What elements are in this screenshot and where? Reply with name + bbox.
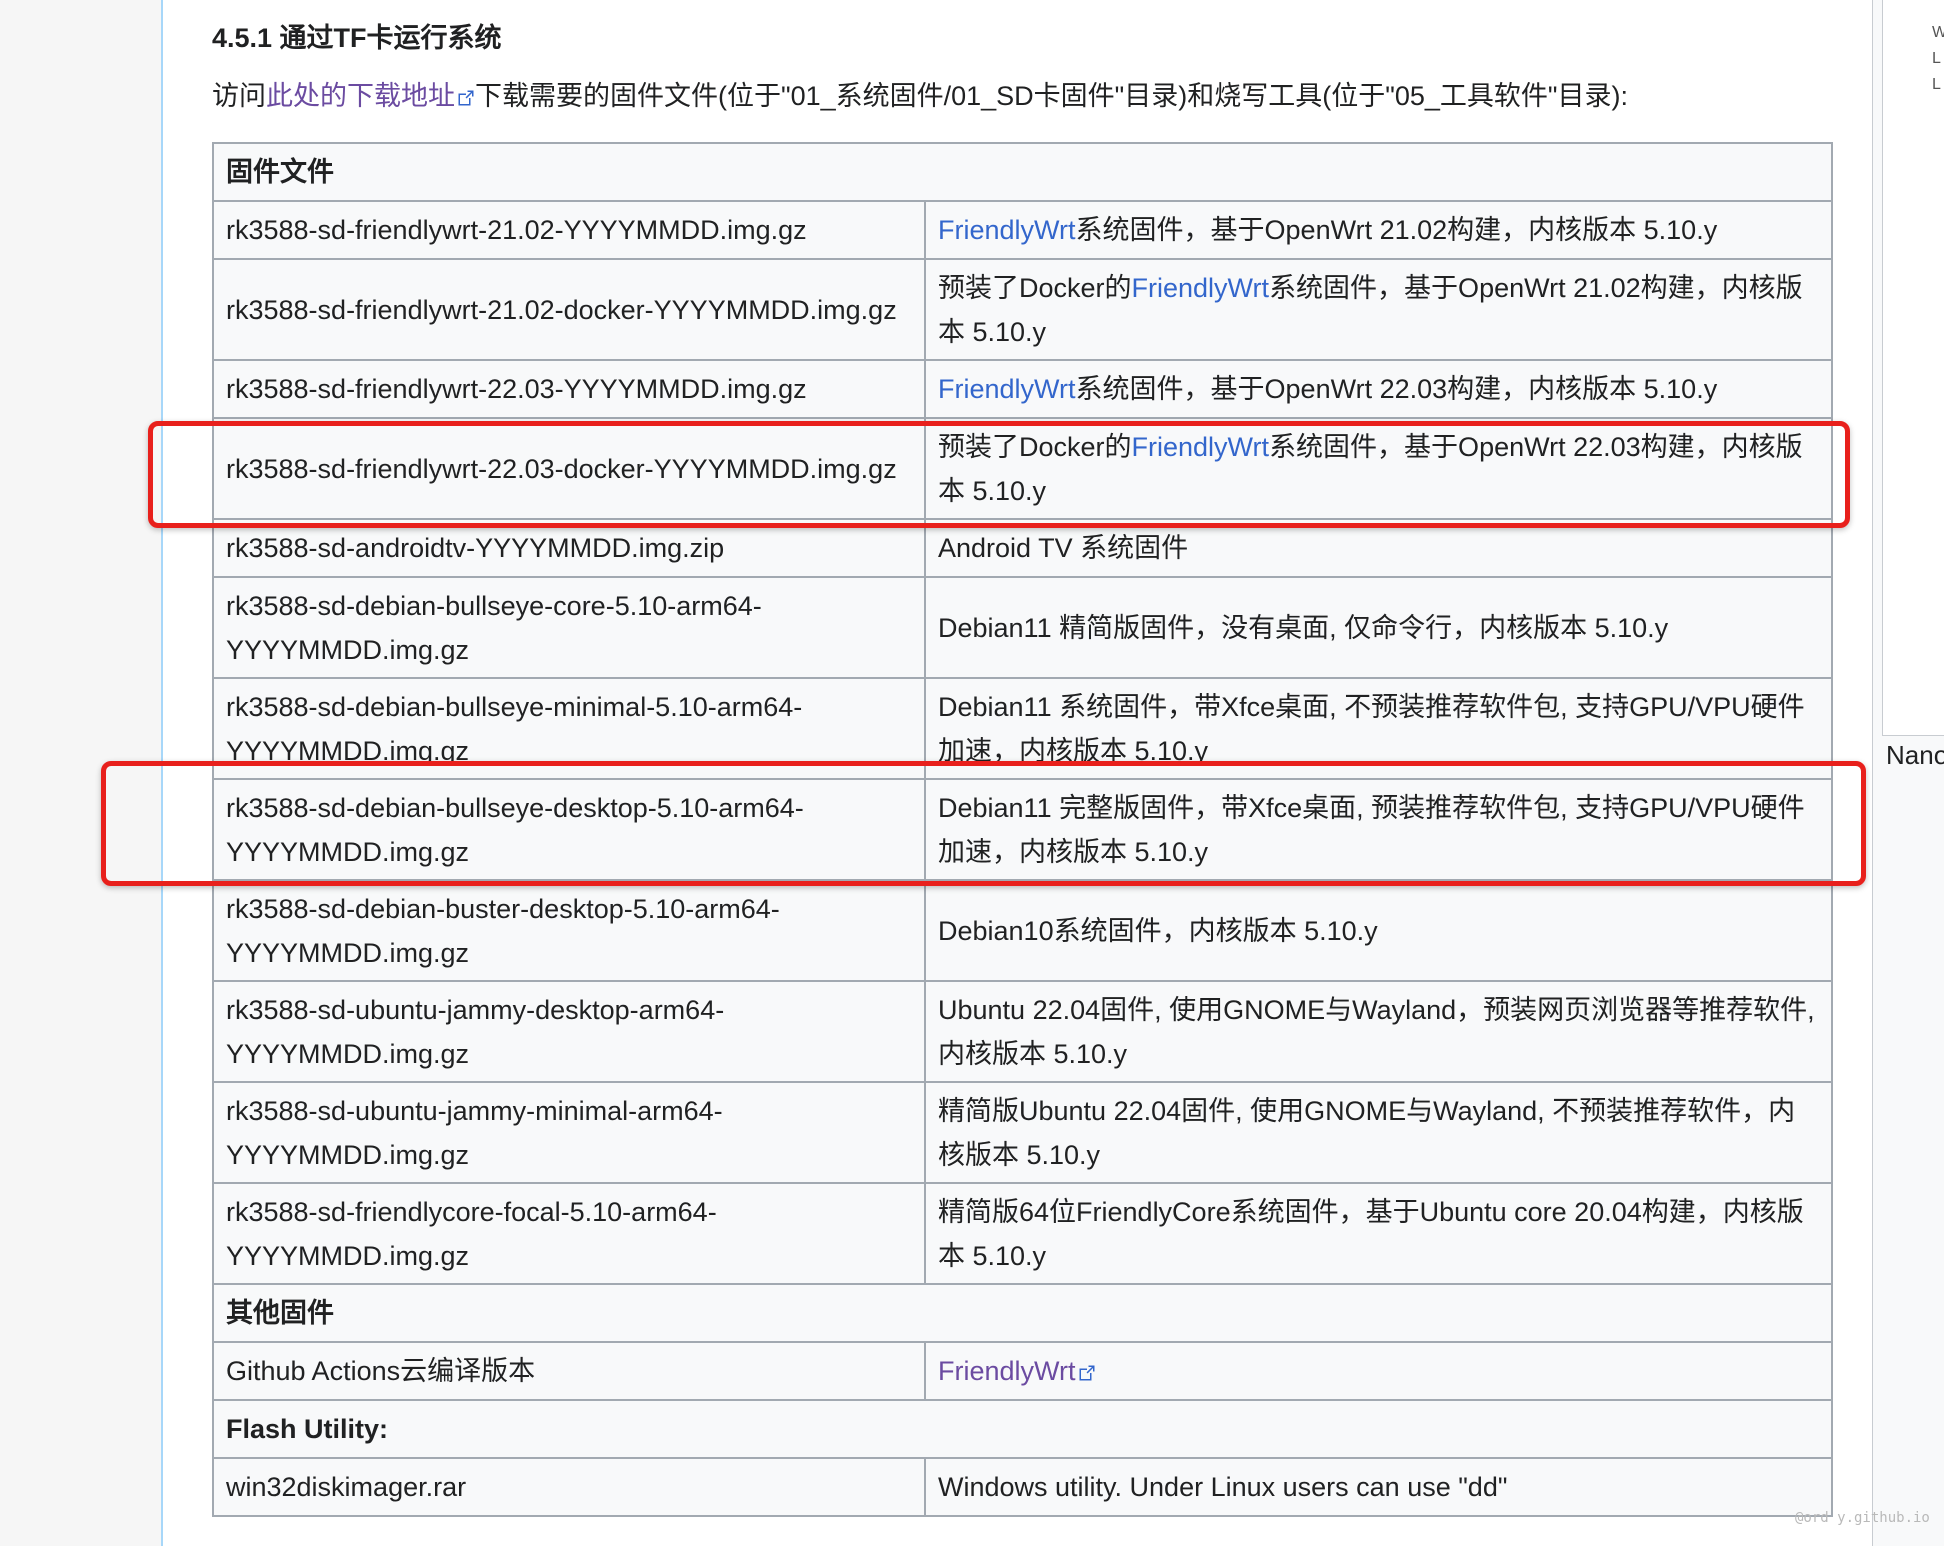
highlight-box-bullseye-desktop: [101, 761, 1866, 886]
description-cell: Ubuntu 22.04固件, 使用GNOME与Wayland，预装网页浏览器等…: [924, 980, 1833, 1083]
toc-glyph: L: [1932, 76, 1941, 93]
right-panel-label[interactable]: Nano: [1886, 740, 1944, 771]
table-row: rk3588-sd-friendlywrt-21.02-docker-YYYYM…: [212, 258, 1833, 361]
external-link-icon: [458, 90, 474, 106]
file-name-cell: rk3588-sd-debian-buster-desktop-5.10-arm…: [212, 879, 926, 982]
description-cell: 精简版Ubuntu 22.04固件, 使用GNOME与Wayland, 不预装推…: [924, 1081, 1833, 1184]
friendlywrt-link[interactable]: FriendlyWrt: [1132, 273, 1270, 303]
description-cell: Debian10系统固件，内核版本 5.10.y: [924, 879, 1833, 982]
file-name-cell: rk3588-sd-ubuntu-jammy-desktop-arm64-YYY…: [212, 980, 926, 1083]
description-cell: FriendlyWrt系统固件，基于OpenWrt 22.03构建，内核版本 5…: [924, 359, 1833, 419]
table-row: rk3588-sd-friendlywrt-21.02-YYYYMMDD.img…: [212, 200, 1833, 260]
table-row: win32diskimager.rar Windows utility. Und…: [212, 1457, 1833, 1517]
highlight-box-docker-2203: [148, 421, 1850, 528]
table-section-header: 固件文件: [212, 142, 1833, 202]
description-cell: Debian11 精简版固件，没有桌面, 仅命令行，内核版本 5.10.y: [924, 576, 1833, 679]
section-heading: 4.5.1 通过TF卡运行系统: [212, 23, 502, 53]
file-name-cell: win32diskimager.rar: [212, 1457, 926, 1517]
intro-prefix: 访问: [212, 81, 266, 111]
file-name-cell: rk3588-sd-ubuntu-jammy-minimal-arm64-YYY…: [212, 1081, 926, 1184]
description-cell: 精简版64位FriendlyCore系统固件，基于Ubuntu core 20.…: [924, 1182, 1833, 1285]
table-row: rk3588-sd-ubuntu-jammy-minimal-arm64-YYY…: [212, 1081, 1833, 1184]
file-name-cell: rk3588-sd-friendlycore-focal-5.10-arm64-…: [212, 1182, 926, 1285]
file-name-cell: rk3588-sd-friendlywrt-22.03-YYYYMMDD.img…: [212, 359, 926, 419]
table-row: rk3588-sd-debian-bullseye-core-5.10-arm6…: [212, 576, 1833, 679]
intro-suffix: 下载需要的固件文件(位于"01_系统固件/01_SD卡固件"目录)和烧写工具(位…: [475, 81, 1628, 111]
file-name-cell: rk3588-sd-debian-bullseye-core-5.10-arm6…: [212, 576, 926, 679]
table-row: rk3588-sd-debian-buster-desktop-5.10-arm…: [212, 879, 1833, 982]
intro-paragraph: 访问此处的下载地址 下载需要的固件文件(位于"01_系统固件/01_SD卡固件"目…: [212, 74, 1628, 113]
file-name-cell: rk3588-sd-friendlywrt-21.02-YYYYMMDD.img…: [212, 200, 926, 260]
table-section-header: 其他固件: [212, 1283, 1833, 1343]
table-row: Github Actions云编译版本 FriendlyWrt: [212, 1341, 1833, 1401]
description-cell: 预装了Docker的FriendlyWrt系统固件，基于OpenWrt 21.0…: [924, 258, 1833, 361]
table-row: rk3588-sd-friendlywrt-22.03-YYYYMMDD.img…: [212, 359, 1833, 419]
friendlywrt-link[interactable]: FriendlyWrt: [938, 215, 1076, 245]
download-link-text: 此处的下载地址: [266, 81, 455, 111]
table-row: rk3588-sd-friendlycore-focal-5.10-arm64-…: [212, 1182, 1833, 1285]
table-section-header: Flash Utility:: [212, 1399, 1833, 1459]
external-link-icon: [1079, 1365, 1095, 1381]
right-toc-glyphs: W L L: [1932, 20, 1944, 98]
table-row: rk3588-sd-ubuntu-jammy-desktop-arm64-YYY…: [212, 980, 1833, 1083]
description-cell: FriendlyWrt: [924, 1341, 1833, 1401]
description-cell: FriendlyWrt系统固件，基于OpenWrt 21.02构建，内核版本 5…: [924, 200, 1833, 260]
description-cell: Windows utility. Under Linux users can u…: [924, 1457, 1833, 1517]
download-link[interactable]: 此处的下载地址: [266, 81, 475, 111]
toc-glyph: L: [1932, 50, 1941, 67]
right-toc-box: [1882, 0, 1944, 736]
friendlywrt-github-link[interactable]: FriendlyWrt: [938, 1356, 1096, 1386]
file-name-cell: Github Actions云编译版本: [212, 1341, 926, 1401]
file-name-cell: rk3588-sd-friendlywrt-21.02-docker-YYYYM…: [212, 258, 926, 361]
friendlywrt-link[interactable]: FriendlyWrt: [938, 374, 1076, 404]
toc-glyph: W: [1932, 24, 1944, 41]
watermark: @ord y.github.io: [1795, 1510, 1930, 1526]
